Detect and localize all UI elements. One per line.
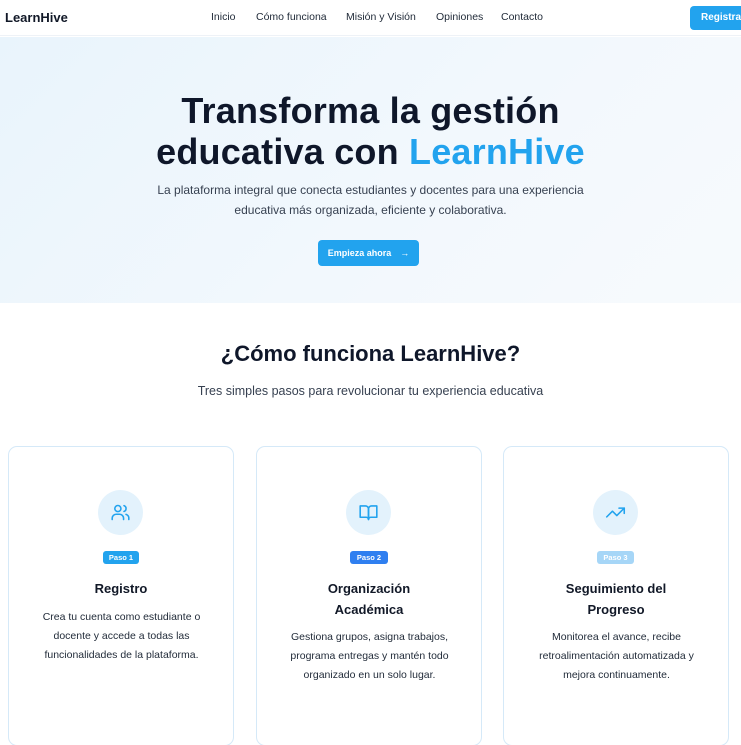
- nav-link-como-funciona[interactable]: Cómo funciona: [256, 11, 327, 23]
- nav-link-mision-vision[interactable]: Misión y Visión: [346, 11, 416, 23]
- step-description-2: Gestiona grupos, asigna trabajos, progra…: [290, 631, 449, 681]
- hero-section: Transforma la gestión educativa con Lear…: [0, 37, 741, 303]
- book-open-icon: [346, 490, 391, 535]
- nav-link-contacto[interactable]: Contacto: [501, 11, 543, 23]
- hero-title: Transforma la gestión educativa con Lear…: [0, 90, 741, 172]
- step-card-2: Paso 2 Organización Académica Gestiona g…: [256, 446, 482, 745]
- nav-link-opiniones[interactable]: Opiniones: [436, 11, 483, 23]
- register-button[interactable]: Registrarse: [690, 6, 741, 30]
- step-description-1: Crea tu cuenta como estudiante o docente…: [42, 611, 201, 661]
- how-it-works-subtitle: Tres simples pasos para revolucionar tu …: [197, 384, 544, 398]
- users-icon: [98, 490, 143, 535]
- step-title-2: Organización Académica: [327, 581, 411, 617]
- nav-links: Inicio Cómo funciona Misión y Visión Opi…: [0, 11, 741, 25]
- step-badge-2: Paso 2: [350, 551, 388, 564]
- hero-title-line2: educativa con: [156, 131, 409, 172]
- step-badge-3: Paso 3: [597, 551, 634, 564]
- hero-title-line1: Transforma la gestión: [181, 90, 560, 131]
- start-now-label: Empieza ahora: [327, 248, 392, 258]
- step-title-1: Registro: [94, 581, 148, 596]
- trending-up-icon: [593, 490, 638, 535]
- arrow-right-icon: →: [400, 248, 410, 258]
- step-card-1: Paso 1 Registro Crea tu cuenta como estu…: [8, 446, 234, 745]
- step-title-3: Seguimiento del Progreso: [565, 581, 667, 617]
- step-description-3: Monitorea el avance, recibe retroaliment…: [539, 631, 694, 681]
- top-navbar: LearnHive Inicio Cómo funciona Misión y …: [0, 0, 741, 36]
- step-badge-1: Paso 1: [103, 551, 139, 564]
- how-it-works-title: ¿Cómo funciona LearnHive?: [220, 341, 521, 366]
- hero-subtitle: La plataforma integral que conecta estud…: [157, 183, 584, 217]
- hero-title-accent: LearnHive: [409, 131, 585, 172]
- nav-link-inicio[interactable]: Inicio: [211, 11, 236, 23]
- step-card-3: Paso 3 Seguimiento del Progreso Monitore…: [503, 446, 729, 745]
- start-now-button[interactable]: Empieza ahora →: [318, 240, 419, 266]
